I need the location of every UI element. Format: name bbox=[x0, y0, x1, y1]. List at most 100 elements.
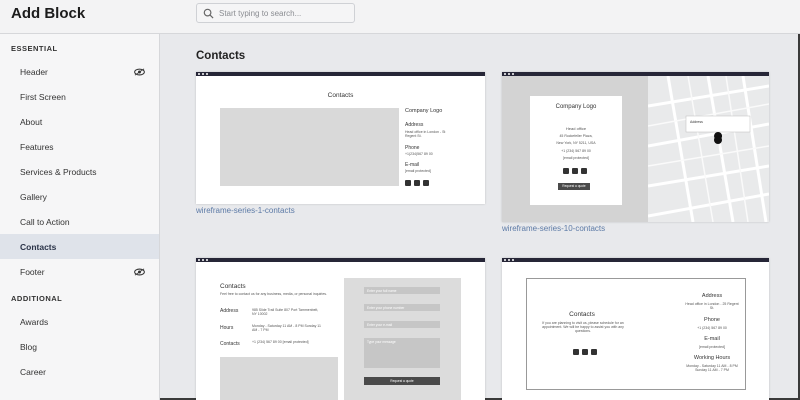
sidebar-item-awards[interactable]: Awards bbox=[0, 309, 159, 334]
preview-company-logo: Company Logo bbox=[405, 108, 443, 114]
facebook-icon bbox=[573, 349, 579, 355]
twitter-icon bbox=[572, 168, 578, 174]
preview-email-text: [email protected] bbox=[405, 169, 431, 173]
preview-line: [email protected] bbox=[563, 156, 589, 160]
sidebar-item-label: Services & Products bbox=[20, 166, 97, 177]
preview-email-text: [email protected] bbox=[699, 345, 725, 349]
youtube-icon bbox=[423, 180, 429, 186]
card-window-bar bbox=[196, 258, 485, 262]
preview-email-label: E-mail bbox=[405, 162, 420, 168]
sidebar-item-label: Awards bbox=[20, 316, 49, 327]
sidebar-item-gallery[interactable]: Gallery bbox=[0, 184, 159, 209]
sidebar-item-label: Footer bbox=[20, 266, 45, 277]
preview-request-button: Request a quote bbox=[364, 377, 440, 385]
sidebar-item-features[interactable]: Features bbox=[0, 134, 159, 159]
social-icons bbox=[573, 349, 597, 355]
sidebar-item-label: Blog bbox=[20, 341, 38, 352]
preview-phone-label: Phone bbox=[704, 317, 720, 323]
card-label-series-1[interactable]: wireframe-series-1-contacts bbox=[196, 206, 295, 215]
form-panel: Enter your full name Enter your phone nu… bbox=[344, 278, 461, 400]
form-field: Enter your full name bbox=[364, 287, 440, 294]
preview-hours-label: Working Hours bbox=[693, 355, 731, 361]
preview-address-label: Address bbox=[220, 308, 239, 314]
preview-request-button: Request a quote bbox=[558, 183, 590, 190]
sidebar-item-first-screen[interactable]: First Screen bbox=[0, 84, 159, 109]
block-card-contacts-form[interactable]: Contacts Feel free to contact us for any… bbox=[196, 258, 485, 400]
preview-email-label: E-mail bbox=[704, 336, 720, 342]
preview-phone-text: +1(234)567 89 00 bbox=[405, 152, 433, 156]
social-icons bbox=[405, 180, 429, 186]
preview-line: Head office bbox=[565, 126, 587, 131]
sidebar-item-label: About bbox=[20, 116, 43, 127]
preview-line: +1 (234) 567 89 00 bbox=[561, 149, 591, 153]
preview-phone-label: Phone bbox=[405, 145, 420, 151]
preview-phone-text: +1 (234) 567 89 00 bbox=[697, 326, 727, 330]
youtube-icon bbox=[581, 168, 587, 174]
preview-line: 45 Rockefeller Plaza, bbox=[559, 134, 593, 138]
preview-address-text: Head office in London - St Regent St. bbox=[405, 130, 446, 138]
sidebar-item-footer[interactable]: Footer bbox=[0, 259, 159, 284]
sidebar-item-career[interactable]: Career bbox=[0, 359, 159, 384]
search-input[interactable] bbox=[219, 8, 349, 18]
sidebar-item-header[interactable]: Header bbox=[0, 59, 159, 84]
sidebar-item-label: Features bbox=[20, 141, 54, 152]
sidebar-section-essential: ESSENTIAL bbox=[11, 44, 58, 53]
social-icons bbox=[563, 168, 587, 174]
section-title: Contacts bbox=[196, 50, 246, 62]
map-preview: Address bbox=[648, 76, 769, 222]
preview-hours-text: Monday - Saturday 11 AM - 8 PM Sunday 11… bbox=[686, 364, 738, 372]
sidebar: ESSENTIAL Header First Screen About Feat… bbox=[0, 34, 160, 400]
sidebar-item-contacts[interactable]: Contacts bbox=[0, 234, 159, 259]
youtube-icon bbox=[591, 349, 597, 355]
preview-address-label: Address bbox=[405, 122, 424, 128]
facebook-icon bbox=[405, 180, 411, 186]
block-card-series-10[interactable]: Company Logo Head office 45 Rockefeller … bbox=[502, 72, 769, 222]
preview-intro: If you are planning to visit us, please … bbox=[542, 321, 624, 333]
search-icon bbox=[203, 8, 214, 19]
sidebar-item-label: Header bbox=[20, 66, 48, 77]
sidebar-item-call-to-action[interactable]: Call to Action bbox=[0, 209, 159, 234]
sidebar-item-label: Call to Action bbox=[20, 216, 70, 227]
preview-intro: Feel free to contact us for any business… bbox=[220, 292, 327, 296]
card-label-series-10[interactable]: wireframe-series-10-contacts bbox=[502, 224, 605, 233]
preview-line: New York, NY 5211, USA bbox=[556, 141, 596, 145]
map-popup-label: Address bbox=[690, 120, 703, 124]
sidebar-section-additional: ADDITIONAL bbox=[11, 294, 63, 303]
preview-heading: Contacts bbox=[327, 92, 354, 99]
contact-panel: Company Logo Head office 45 Rockefeller … bbox=[530, 96, 622, 205]
card-window-bar bbox=[196, 72, 485, 76]
block-card-series-1[interactable]: Contacts Company Logo Address Head offic… bbox=[196, 72, 485, 204]
sidebar-item-blog[interactable]: Blog bbox=[0, 334, 159, 359]
sidebar-item-label: Career bbox=[20, 366, 46, 377]
twitter-icon bbox=[414, 180, 420, 186]
twitter-icon bbox=[582, 349, 588, 355]
search-box[interactable] bbox=[196, 3, 355, 23]
main-content: Contacts Contacts Company Logo Address H… bbox=[161, 34, 800, 400]
bordered-panel: Contacts If you are planning to visit us… bbox=[526, 278, 746, 390]
preview-heading: Contacts bbox=[220, 283, 246, 290]
form-field: Enter your e-mail bbox=[364, 321, 440, 328]
sidebar-item-services-products[interactable]: Services & Products bbox=[0, 159, 159, 184]
image-placeholder bbox=[220, 357, 338, 400]
facebook-icon bbox=[563, 168, 569, 174]
preview-contacts-label: Contacts bbox=[220, 341, 240, 347]
preview-address-label: Address bbox=[701, 293, 723, 299]
sidebar-item-about[interactable]: About bbox=[0, 109, 159, 134]
page-title: Add Block bbox=[11, 5, 86, 22]
preview-company-logo: Company Logo bbox=[555, 104, 597, 110]
preview-hours-label: Hours bbox=[220, 325, 234, 331]
sidebar-item-label: First Screen bbox=[20, 91, 66, 102]
top-bar: Add Block bbox=[0, 0, 800, 34]
card-window-bar bbox=[502, 258, 769, 262]
preview-contacts-text: +1 (234) 567 89 00 [email protected] bbox=[252, 340, 309, 344]
form-field: Enter your phone number bbox=[364, 304, 440, 311]
form-message-field: Type your message bbox=[364, 338, 440, 368]
map-placeholder bbox=[220, 108, 399, 186]
preview-hours-text: Monday - Saturday 11 AM - 8 PM Sunday 11… bbox=[252, 324, 321, 332]
preview-address-text: 985 Slide Trail Suite 807 Port Tammenbel… bbox=[252, 308, 319, 316]
eye-icon[interactable] bbox=[134, 67, 145, 76]
eye-icon[interactable] bbox=[134, 267, 145, 276]
sidebar-item-label: Contacts bbox=[20, 241, 57, 252]
block-card-contacts-centered[interactable]: Contacts If you are planning to visit us… bbox=[502, 258, 769, 400]
preview-address-text: Head office in London - 25 Regent St. bbox=[685, 302, 739, 310]
